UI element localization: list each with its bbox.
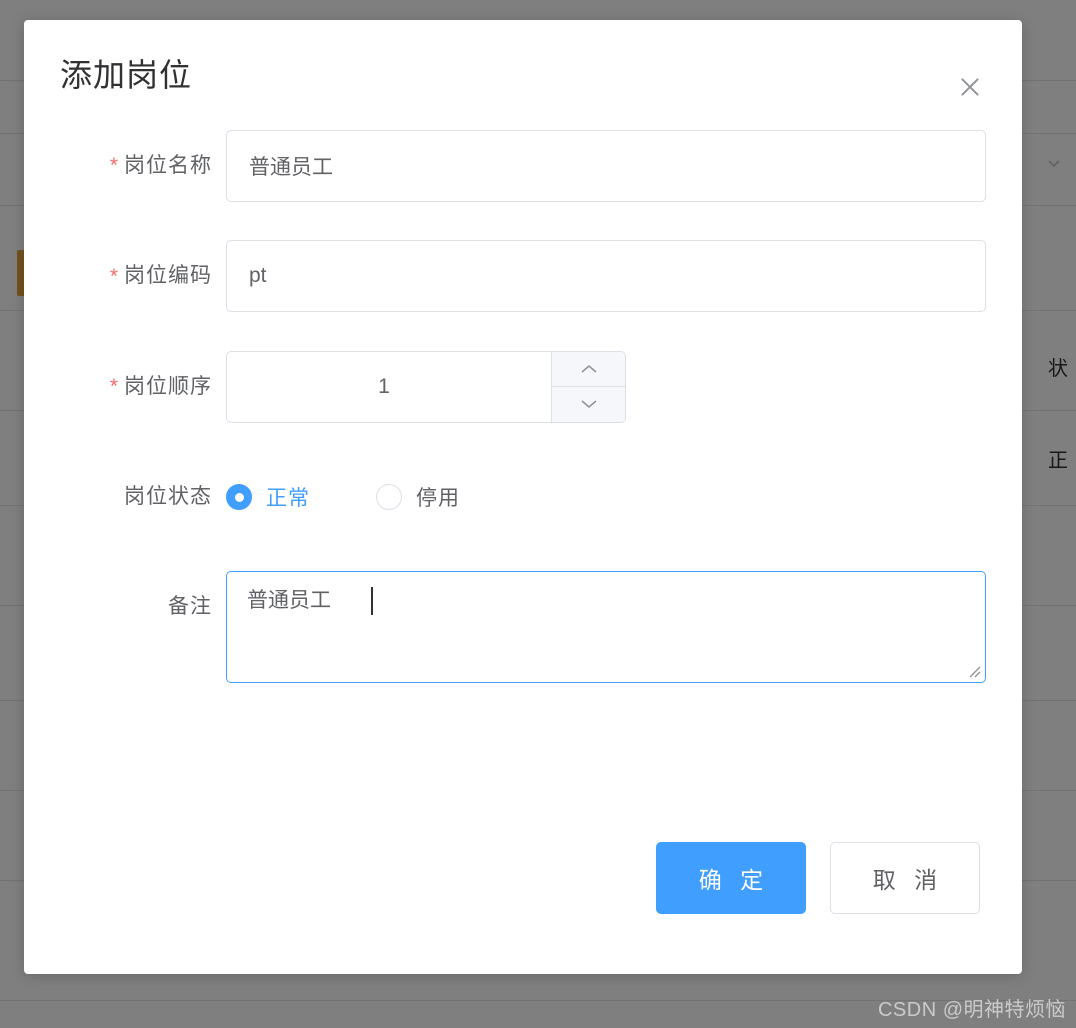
post-status-radio-group: 正常 停用 (226, 461, 980, 533)
label-text: 岗位编码 (124, 264, 212, 288)
label-post-status: 岗位状态 (66, 461, 226, 533)
confirm-button[interactable]: 确 定 (656, 842, 806, 914)
dialog-footer: 确 定 取 消 (24, 824, 1022, 974)
radio-dot-icon (376, 484, 402, 511)
stepper-buttons (551, 351, 625, 422)
add-position-dialog: 添加岗位 *岗位名称 *岗位编码 (24, 20, 1022, 974)
remark-textarea[interactable] (226, 571, 986, 684)
control-remark (226, 571, 986, 684)
dialog-body: *岗位名称 *岗位编码 *岗位顺序 (24, 130, 1022, 684)
label-remark: 备注 (66, 571, 226, 643)
form-row-post-sort: * 岗位顺序 (66, 350, 980, 423)
post-sort-stepper (226, 350, 626, 423)
control-post-name (226, 130, 986, 202)
control-post-code (226, 240, 986, 313)
required-star: * (109, 154, 119, 178)
screen: 状 正 添加岗位 *岗位名称 (0, 0, 1076, 1028)
form-row-remark: 备注 (66, 571, 986, 684)
radio-label: 停用 (416, 487, 460, 511)
radio-option-disabled[interactable]: 停用 (376, 482, 460, 512)
dialog-header: 添加岗位 (24, 20, 1022, 130)
radio-label: 正常 (266, 487, 310, 511)
text-cursor (371, 587, 373, 616)
form-row-post-code: * 岗位编码 (66, 240, 986, 313)
radio-option-normal[interactable]: 正常 (226, 482, 310, 512)
radio-dot-icon (226, 484, 252, 511)
label-text: 岗位名称 (124, 154, 212, 177)
label-text: 岗位状态 (124, 485, 212, 509)
label-post-name: * 岗位名称 (66, 130, 226, 202)
required-star: * (109, 375, 119, 399)
post-sort-input[interactable] (227, 351, 551, 422)
required-star: * (109, 264, 119, 288)
post-code-input[interactable] (226, 240, 986, 313)
watermark: CSDN @明神特烦恼 (877, 999, 1066, 1021)
control-post-sort (226, 350, 980, 423)
chevron-up-icon[interactable] (552, 352, 625, 387)
label-post-code: * 岗位编码 (66, 240, 226, 312)
form-row-post-name: * 岗位名称 (66, 130, 986, 202)
cancel-button[interactable]: 取 消 (830, 842, 980, 914)
control-post-status: 正常 停用 (226, 461, 980, 533)
label-text: 岗位顺序 (124, 374, 212, 398)
label-post-sort: * 岗位顺序 (66, 351, 226, 423)
form-row-post-status: 岗位状态 正常 停用 (66, 461, 980, 533)
label-text: 备注 (168, 595, 212, 619)
close-icon[interactable] (953, 70, 987, 104)
post-name-input[interactable] (226, 130, 986, 202)
remark-textarea-wrap (226, 571, 986, 684)
dialog-title: 添加岗位 (60, 57, 193, 93)
chevron-down-icon[interactable] (552, 387, 625, 422)
